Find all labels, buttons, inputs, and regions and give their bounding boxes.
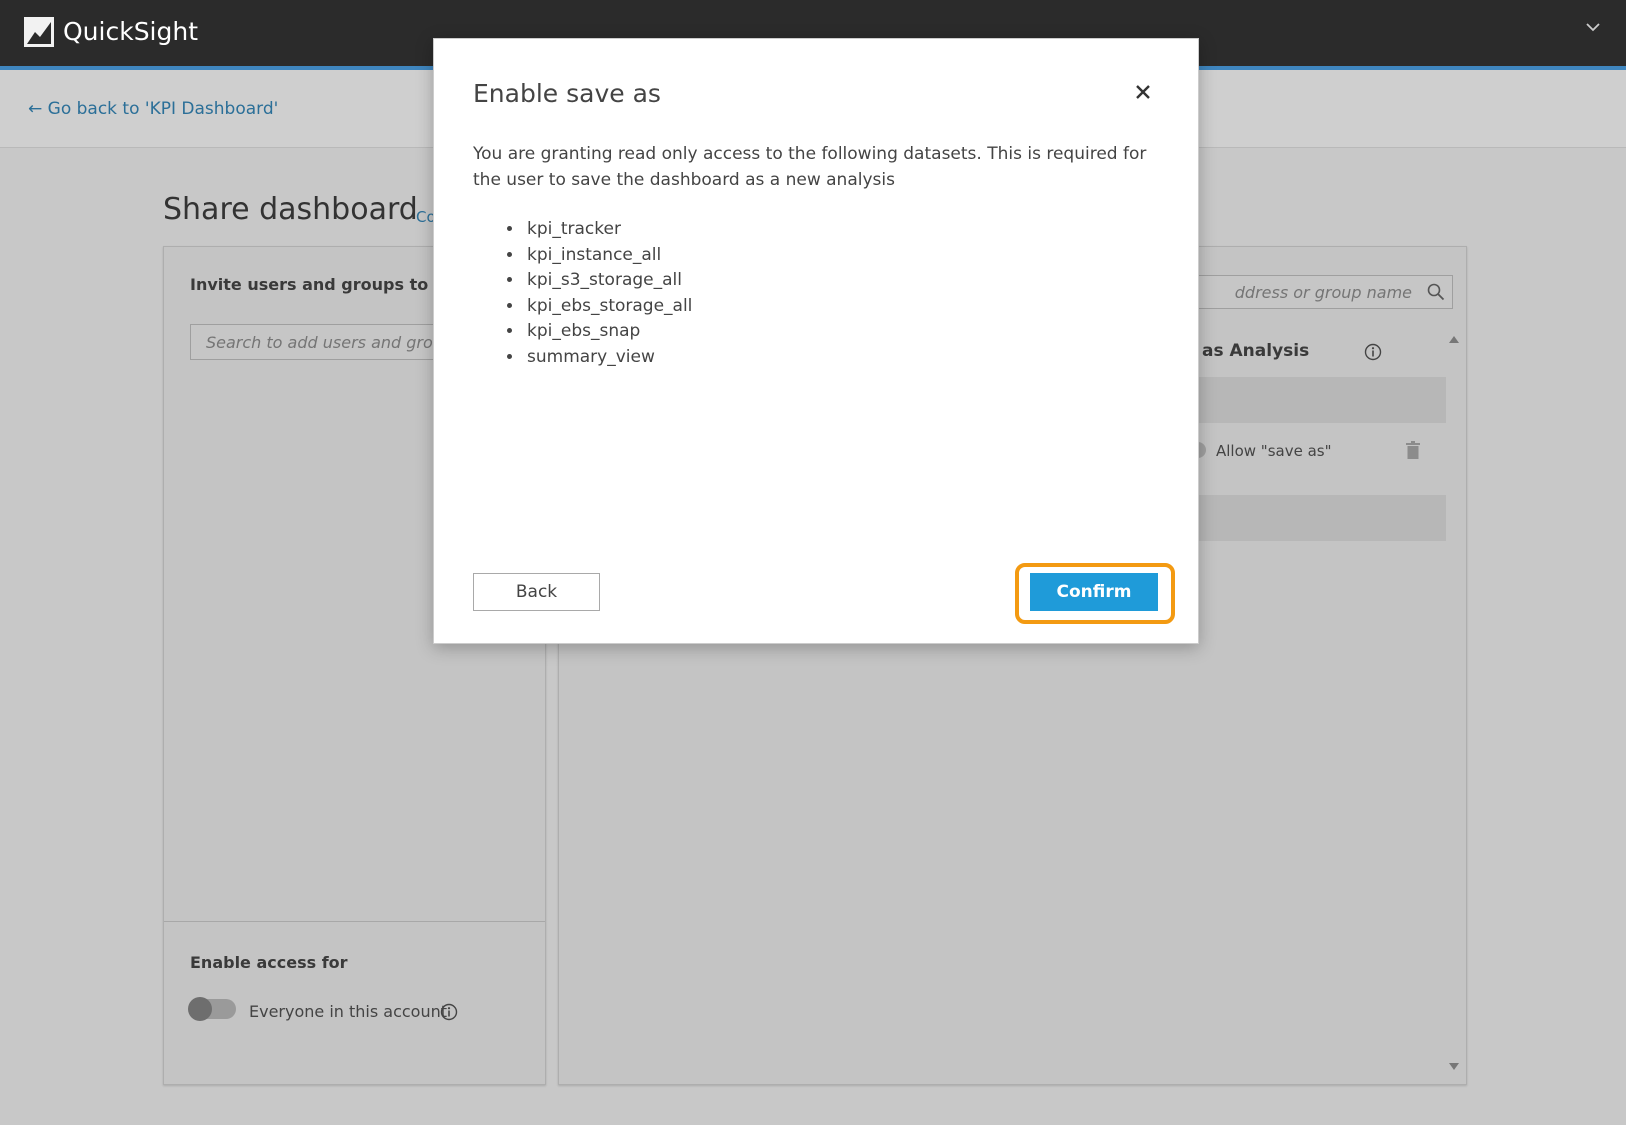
close-icon[interactable] (1134, 83, 1152, 101)
divider (164, 921, 545, 922)
dataset-item: kpi_ebs_snap (524, 319, 692, 345)
enable-save-as-dialog: Enable save as You are granting read onl… (433, 38, 1199, 644)
back-button[interactable]: Back (473, 573, 600, 611)
enable-access-label: Enable access for (190, 953, 348, 972)
app-title: QuickSight (63, 17, 199, 46)
scroll-down-icon[interactable] (1449, 1063, 1459, 1071)
dataset-list: kpi_tracker kpi_instance_all kpi_s3_stor… (500, 217, 692, 370)
confirm-button[interactable]: Confirm (1030, 573, 1158, 611)
dataset-item: kpi_ebs_storage_all (524, 294, 692, 320)
everyone-label: Everyone in this account (249, 1002, 448, 1021)
dataset-item: kpi_instance_all (524, 243, 692, 269)
trash-icon[interactable] (1406, 441, 1420, 459)
dataset-item: kpi_tracker (524, 217, 692, 243)
info-icon[interactable] (440, 1003, 458, 1021)
dataset-item: kpi_s3_storage_all (524, 268, 692, 294)
table-row (1159, 377, 1446, 423)
everyone-access-toggle[interactable] (188, 997, 236, 1021)
toggle-knob (188, 997, 212, 1021)
search-icon[interactable] (1427, 283, 1445, 301)
dialog-description: You are granting read only access to the… (473, 144, 1147, 190)
table-row (1159, 495, 1446, 541)
quicksight-logo-icon (24, 17, 54, 47)
save-as-analysis-column-header: as Analysis (1202, 341, 1310, 361)
dataset-item: summary_view (524, 345, 692, 371)
invite-label: Invite users and groups to da (190, 275, 457, 294)
page-title: Share dashboard (163, 192, 418, 227)
dialog-title: Enable save as (473, 79, 661, 108)
chevron-down-icon[interactable] (1586, 22, 1600, 32)
info-icon[interactable] (1364, 343, 1382, 361)
back-to-dashboard-link[interactable]: ← Go back to 'KPI Dashboard' (28, 99, 278, 119)
allow-save-as-label: Allow "save as" (1216, 442, 1332, 460)
scroll-up-icon[interactable] (1449, 335, 1459, 343)
